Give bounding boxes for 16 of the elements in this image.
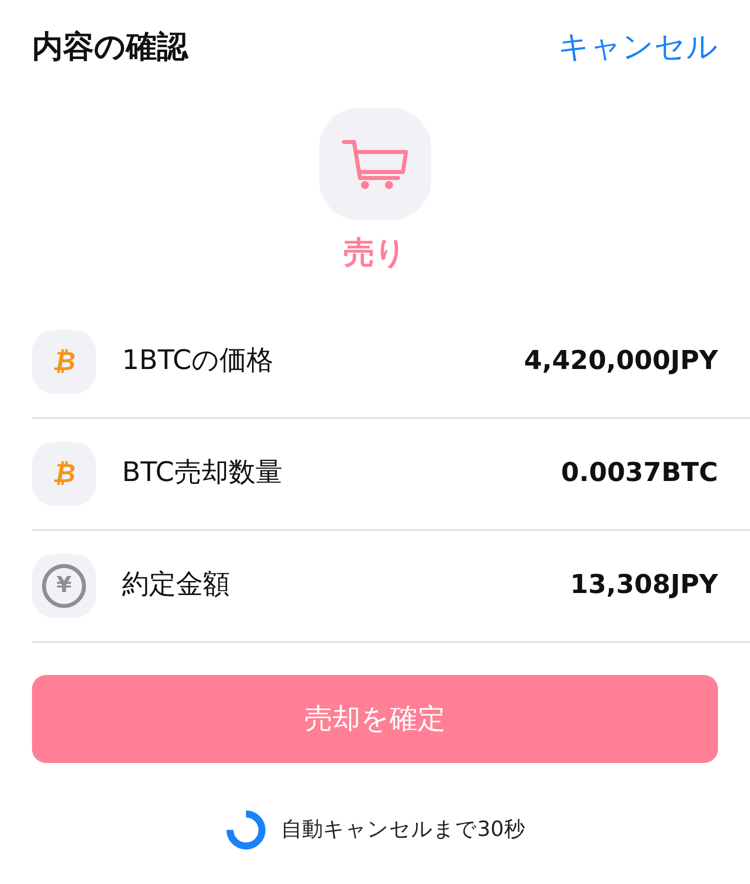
countdown-ring: [225, 808, 268, 850]
cart-icon: [342, 138, 408, 190]
row-value: 0.0037BTC: [561, 457, 718, 490]
countdown-text: 自動キャンセルまで30秒: [281, 816, 525, 843]
row-value: 13,308JPY: [570, 569, 718, 602]
bitcoin-icon: ₿: [52, 460, 76, 486]
yen-coin-icon: ¥: [42, 564, 86, 608]
confirm-button[interactable]: 売却を確定: [32, 674, 718, 762]
row-label: BTC売却数量: [122, 456, 282, 490]
bitcoin-icon: ₿: [52, 348, 76, 374]
row-value: 4,420,000JPY: [524, 345, 718, 378]
cancel-link[interactable]: キャンセル: [558, 24, 718, 70]
order-type-label: 売り: [342, 234, 408, 273]
row-label: 約定金額: [122, 568, 230, 602]
page-title: 内容の確認: [32, 28, 188, 67]
row-label: 1BTCの価格: [122, 344, 274, 378]
